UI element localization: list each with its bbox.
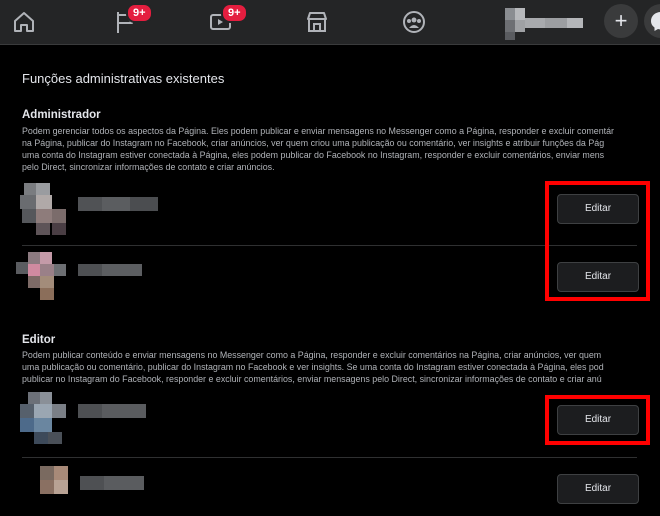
watch-video-icon[interactable]: 9+: [207, 3, 248, 36]
page-title: Funções administrativas existentes: [22, 71, 225, 86]
person-avatar-blurred: [40, 466, 144, 494]
groups-icon[interactable]: [400, 8, 428, 36]
pages-flag-icon[interactable]: 9+: [112, 3, 153, 36]
pages-notification-badge: 9+: [126, 3, 153, 23]
top-navigation-bar: 9+ 9+ +: [0, 0, 660, 45]
marketplace-shop-icon[interactable]: [303, 8, 331, 36]
profile-avatar[interactable]: [505, 4, 597, 40]
person-avatar-blurred: [16, 252, 142, 300]
role-description-editor: Podem publicar conteúdo e enviar mensage…: [22, 350, 604, 384]
person-avatar-blurred: [20, 392, 146, 444]
person-avatar-blurred: [20, 183, 158, 235]
role-heading-admin: Administrador: [22, 109, 101, 121]
role-heading-editor: Editor: [22, 334, 56, 346]
home-icon[interactable]: [10, 8, 38, 36]
divider: [22, 457, 637, 458]
role-description-admin: Podem gerenciar todos os aspectos da Pág…: [22, 126, 615, 172]
create-plus-button[interactable]: +: [604, 4, 638, 38]
messenger-icon[interactable]: [644, 4, 660, 38]
watch-notification-badge: 9+: [221, 3, 248, 23]
highlight-annotation-editor: [545, 395, 650, 445]
edit-button-editor-2[interactable]: Editar: [557, 474, 639, 504]
highlight-annotation-admin: [545, 181, 650, 301]
